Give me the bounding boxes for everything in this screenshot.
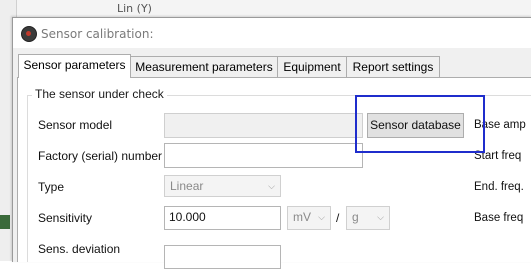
background-app-indicator	[0, 215, 10, 229]
serial-number-label: Factory (serial) number	[38, 149, 163, 163]
unit-separator: /	[336, 211, 340, 225]
app-logo-icon	[21, 26, 37, 42]
chevron-down-icon: ⌵	[377, 212, 384, 222]
sens-deviation-label: Sens. deviation	[38, 242, 121, 256]
window-title: Sensor calibration:	[41, 27, 154, 41]
serial-number-field[interactable]	[164, 143, 363, 168]
sensitivity-unit-num-value: mV	[293, 210, 311, 224]
tab-report-settings[interactable]: Report settings	[346, 56, 440, 77]
type-select-value: Linear	[170, 179, 204, 193]
sensor-model-field[interactable]	[164, 113, 363, 138]
group-title: The sensor under check	[32, 87, 167, 101]
sensitivity-label: Sensitivity	[38, 211, 93, 225]
sensitivity-unit-den-select[interactable]: g ⌵	[346, 206, 390, 230]
highlight-box	[355, 95, 485, 153]
tab-measurement-parameters[interactable]: Measurement parameters	[130, 56, 278, 77]
sensor-model-label: Sensor model	[38, 118, 113, 132]
sensitivity-unit-den-value: g	[352, 210, 359, 224]
tab-strip: Sensor parameters Measurement parameters…	[13, 54, 531, 78]
end-frequency-label: End. freq.	[474, 181, 524, 193]
type-label: Type	[38, 180, 65, 194]
chevron-down-icon: ⌵	[318, 212, 325, 222]
type-select[interactable]: Linear ⌵	[164, 175, 281, 197]
tab-sensor-parameters[interactable]: Sensor parameters	[18, 54, 131, 78]
sensitivity-unit-num-select[interactable]: mV ⌵	[287, 206, 331, 230]
base-frequency-label: Base freq	[474, 212, 524, 224]
sens-deviation-field[interactable]	[164, 245, 281, 269]
background-app-area	[0, 0, 531, 18]
tab-equipment[interactable]: Equipment	[277, 56, 347, 77]
background-series-label: Lin (Y)	[117, 2, 152, 15]
chevron-down-icon: ⌵	[268, 181, 275, 191]
sensitivity-field[interactable]: 10.000	[164, 206, 281, 230]
